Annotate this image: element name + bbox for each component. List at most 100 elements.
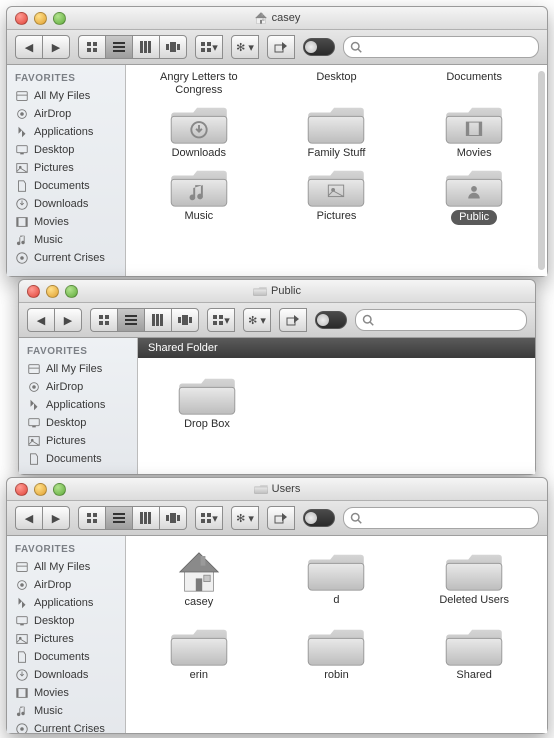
sidebar: FAVORITES All My FilesAirDropApplication… [7,65,126,276]
sidebar-item[interactable]: Documents [19,450,137,468]
icon-view-button[interactable] [78,506,105,530]
action-button[interactable]: ✻ ▾ [231,35,259,59]
folder-item[interactable]: Angry Letters to Congress [132,71,266,97]
sidebar-item[interactable]: Current Crises [7,249,125,267]
sidebar-icon [15,161,29,175]
content-area: Angry Letters to CongressDesktop Document… [126,65,547,276]
sidebar-item[interactable]: Movies [7,684,125,702]
list-view-button[interactable] [105,506,132,530]
back-button[interactable]: ◀ [15,35,42,59]
sidebar-item[interactable]: Applications [19,396,137,414]
sidebar-item[interactable]: Desktop [7,141,125,159]
toolbar: ◀▶ ▾ ✻ ▾ [19,303,535,338]
search-field[interactable] [343,36,539,58]
zoom-button[interactable] [65,285,78,298]
folder-item[interactable]: Shared [407,623,541,682]
list-view-button[interactable] [117,308,144,332]
view-switcher [78,35,187,59]
close-button[interactable] [15,483,28,496]
share-button[interactable] [279,308,307,332]
action-button[interactable]: ✻ ▾ [243,308,271,332]
toolbar-toggle[interactable] [315,311,347,329]
sidebar-item[interactable]: AirDrop [7,576,125,594]
arrange-button[interactable]: ▾ [195,506,223,530]
sidebar-item[interactable]: Documents [7,177,125,195]
toolbar-toggle[interactable] [303,38,335,56]
icon-view-button[interactable] [90,308,117,332]
coverflow-view-button[interactable] [159,35,187,59]
minimize-button[interactable] [34,483,47,496]
sidebar-item[interactable]: Downloads [7,195,125,213]
minimize-button[interactable] [46,285,59,298]
coverflow-view-button[interactable] [159,506,187,530]
close-button[interactable] [15,12,28,25]
home-icon [254,11,268,25]
folder-label: Music [184,210,213,223]
sidebar-item[interactable]: AirDrop [19,378,137,396]
sidebar-item[interactable]: Music [7,702,125,720]
folder-item[interactable]: Pictures [270,164,404,225]
coverflow-view-button[interactable] [171,308,199,332]
folder-label: Documents [446,71,502,84]
search-field[interactable] [343,507,539,529]
forward-button[interactable]: ▶ [42,35,70,59]
folder-item[interactable]: Drop Box [162,372,252,431]
action-button[interactable]: ✻ ▾ [231,506,259,530]
folder-icon [178,372,236,418]
zoom-button[interactable] [53,12,66,25]
finder-window-casey: casey ◀ ▶ ▾ ✻ ▾ FAVORITES All My FilesAi… [6,6,548,277]
column-view-button[interactable] [144,308,171,332]
folder-item[interactable]: Public [407,164,541,225]
sidebar-item[interactable]: Desktop [19,414,137,432]
sidebar-item[interactable]: Pictures [19,432,137,450]
share-button[interactable] [267,35,295,59]
folder-item[interactable]: erin [132,623,266,682]
forward-button[interactable]: ▶ [54,308,82,332]
sidebar-label: AirDrop [34,579,71,591]
sidebar-item[interactable]: Music [7,231,125,249]
folder-item[interactable]: Music [132,164,266,225]
sidebar-item[interactable]: Applications [7,594,125,612]
icon-view-button[interactable] [78,35,105,59]
scrollbar[interactable] [538,71,545,270]
minimize-button[interactable] [34,12,47,25]
sidebar-item[interactable]: Desktop [7,612,125,630]
arrange-button[interactable]: ▾ [195,35,223,59]
folder-item[interactable]: robin [270,623,404,682]
folder-item[interactable]: casey [132,548,266,609]
sidebar-item[interactable]: Applications [7,123,125,141]
folder-item[interactable]: Movies [407,101,541,160]
sidebar-item[interactable]: All My Files [19,360,137,378]
toolbar: ◀▶ ▾ ✻ ▾ [7,501,547,536]
sidebar-item[interactable]: Pictures [7,630,125,648]
sidebar-item[interactable]: AirDrop [7,105,125,123]
folder-item[interactable]: d [270,548,404,609]
sidebar-item[interactable]: Documents [7,648,125,666]
search-field[interactable] [355,309,527,331]
column-view-button[interactable] [132,35,159,59]
zoom-button[interactable] [53,483,66,496]
toolbar-toggle[interactable] [303,509,335,527]
sidebar-item[interactable]: Pictures [7,159,125,177]
back-button[interactable]: ◀ [27,308,54,332]
folder-item[interactable]: Downloads [132,101,266,160]
share-button[interactable] [267,506,295,530]
back-button[interactable]: ◀ [15,506,42,530]
list-view-button[interactable] [105,35,132,59]
close-button[interactable] [27,285,40,298]
folder-item[interactable]: Deleted Users [407,548,541,609]
arrange-button[interactable]: ▾ [207,308,235,332]
sidebar-item[interactable]: All My Files [7,558,125,576]
folder-item[interactable]: Desktop [270,71,404,97]
sidebar-item[interactable]: All My Files [7,87,125,105]
sidebar-item[interactable]: Downloads [7,666,125,684]
sidebar-icon [15,125,29,139]
sidebar-item[interactable]: Movies [7,213,125,231]
folder-item[interactable]: Documents [407,71,541,97]
sidebar-item[interactable]: Current Crises [7,720,125,733]
column-view-button[interactable] [132,506,159,530]
folder-item[interactable]: Family Stuff [270,101,404,160]
forward-button[interactable]: ▶ [42,506,70,530]
sidebar-icon [15,650,29,664]
sidebar-label: Applications [34,126,93,138]
